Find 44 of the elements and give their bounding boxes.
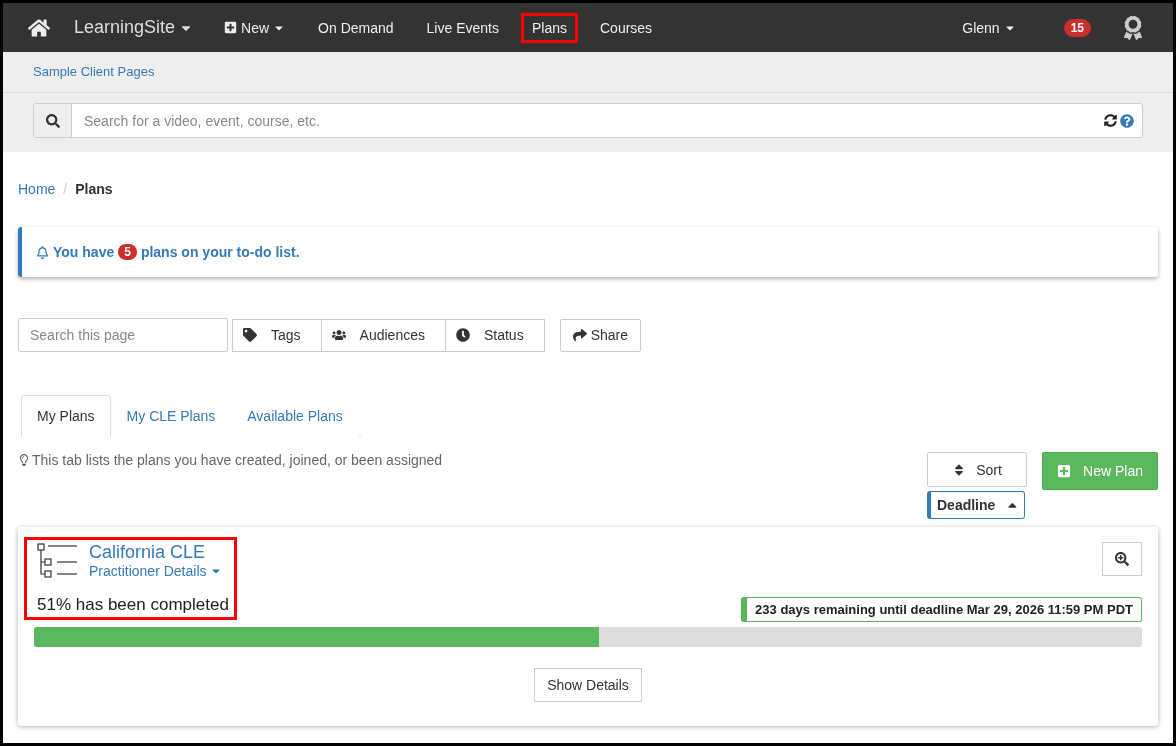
- nav-link[interactable]: Courses: [589, 12, 664, 43]
- nav-link[interactable]: Live Events: [415, 12, 510, 43]
- clock-icon: [455, 328, 470, 342]
- sort-button[interactable]: Sort: [927, 452, 1027, 487]
- sort-field-button[interactable]: Deadline: [927, 491, 1025, 519]
- tree-icon: [37, 542, 79, 579]
- bell-icon: [36, 245, 49, 259]
- alert-text: plans on your to-do list.: [140, 244, 300, 260]
- zoom-in-icon: [1115, 552, 1129, 566]
- filter-button[interactable]: Status: [444, 318, 545, 352]
- help-icon[interactable]: [1120, 113, 1134, 128]
- zoom-button[interactable]: [1102, 542, 1142, 576]
- refresh-icon[interactable]: [1104, 114, 1117, 127]
- alert-text: You have: [53, 244, 115, 260]
- count-badge: 5: [118, 244, 137, 260]
- lightbulb-icon: [18, 454, 30, 466]
- plus-icon: [224, 21, 238, 34]
- brand-link[interactable]: LearningSite: [74, 17, 194, 38]
- notification-badge[interactable]: 15: [1063, 18, 1091, 37]
- tab[interactable]: My Plans: [21, 395, 111, 437]
- page-search-field[interactable]: Search this page: [18, 318, 228, 352]
- user-menu[interactable]: Glenn: [951, 12, 1027, 43]
- hint-text: This tab lists the plans you have created, joined, or been assigned: [32, 452, 443, 468]
- share-button[interactable]: Share: [559, 318, 642, 352]
- breadcrumb-current: Plans: [75, 181, 113, 197]
- client-pages-link[interactable]: Sample Client Pages: [33, 64, 155, 79]
- details-dropdown[interactable]: Practitioner Details: [89, 563, 222, 579]
- plus-icon: [1057, 464, 1072, 478]
- progress-text: 51% has been completed: [37, 595, 229, 615]
- award-icon[interactable]: [1121, 15, 1145, 40]
- filter-button[interactable]: Tags: [232, 318, 322, 352]
- nav-link[interactable]: New: [213, 12, 297, 43]
- tag-icon: [243, 328, 257, 342]
- users-icon: [331, 328, 346, 342]
- filter-button[interactable]: Audiences: [320, 318, 446, 352]
- plan-title[interactable]: California CLE: [89, 542, 222, 563]
- nav-link[interactable]: Plans: [520, 12, 578, 43]
- share-icon: [572, 328, 587, 342]
- home-icon[interactable]: [28, 16, 50, 39]
- breadcrumb-separator: /: [63, 181, 68, 197]
- search-icon: [45, 113, 60, 128]
- breadcrumb-link[interactable]: Home: [18, 181, 56, 197]
- show-details-button[interactable]: Show Details: [534, 668, 642, 702]
- nav-link[interactable]: On Demand: [307, 12, 405, 43]
